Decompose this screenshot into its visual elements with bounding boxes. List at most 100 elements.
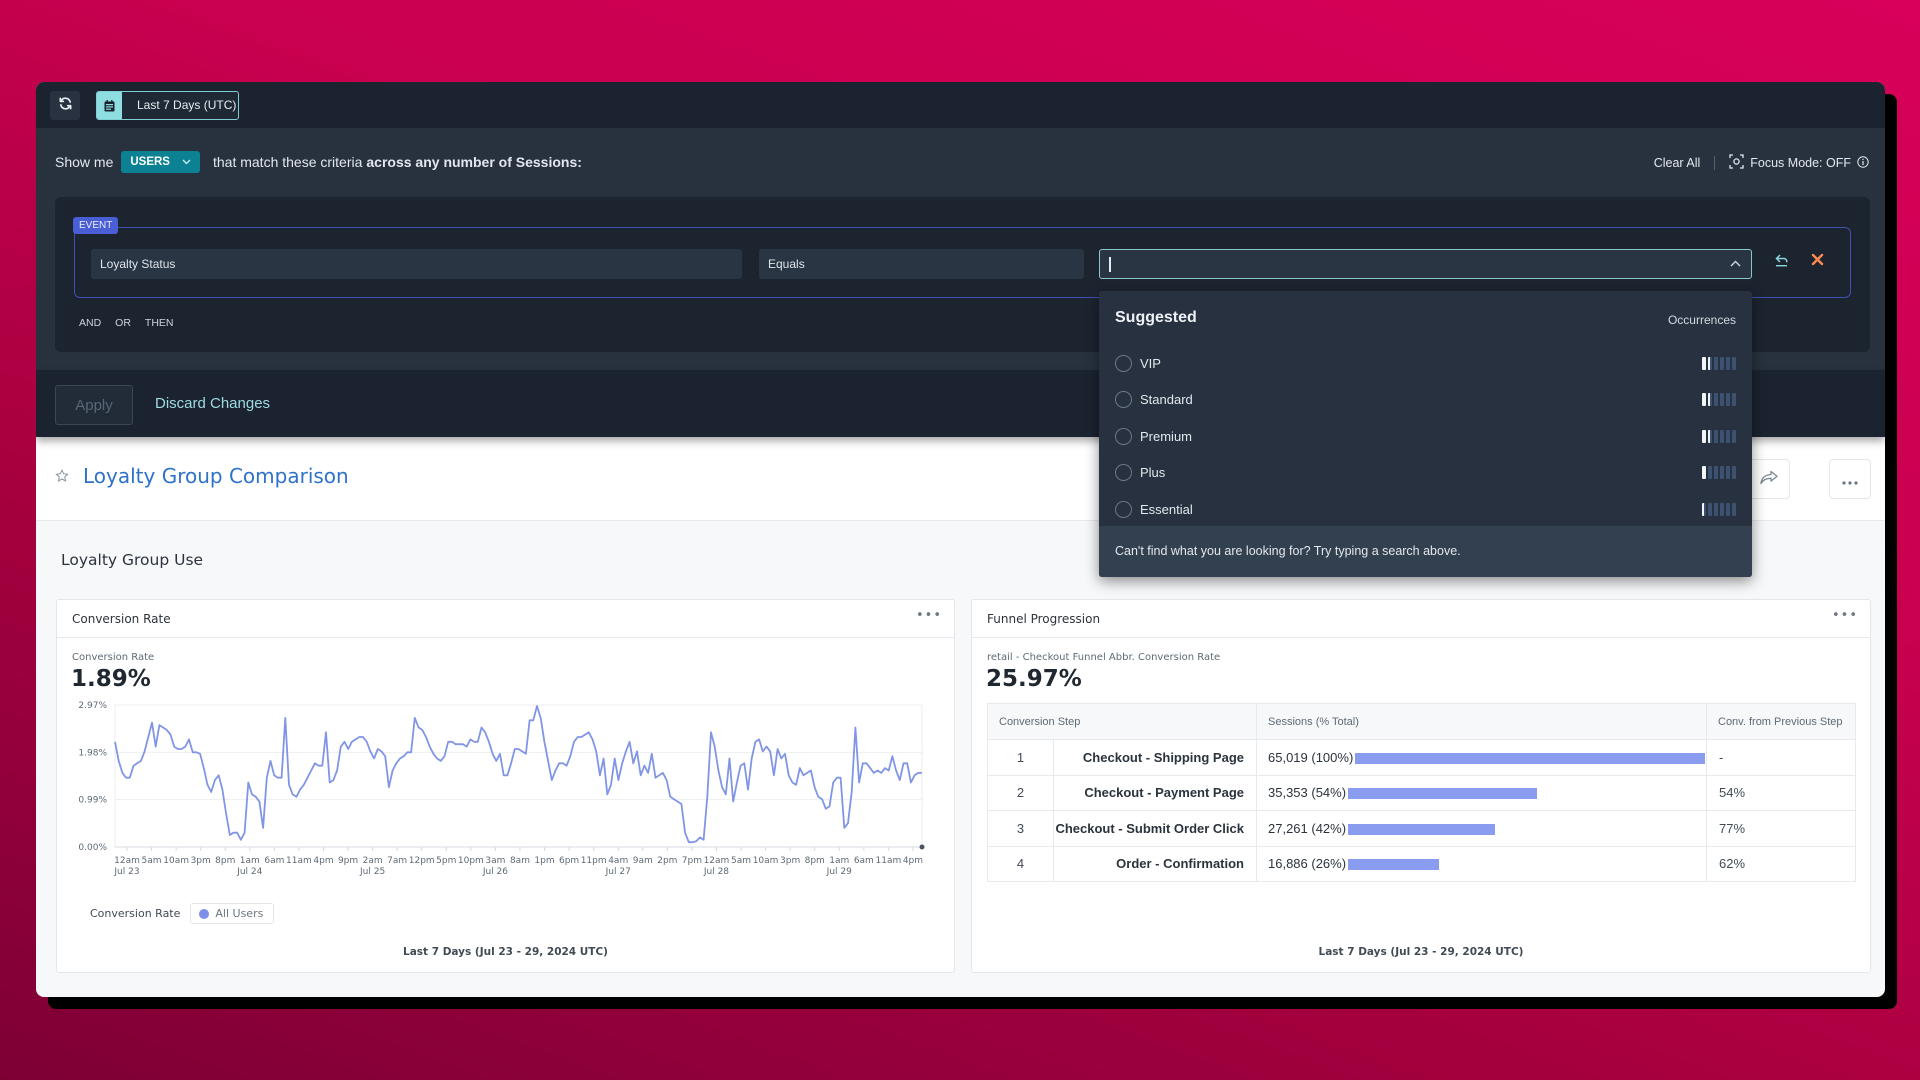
more-options-button[interactable] <box>1829 459 1871 499</box>
metric-value: 25.97% <box>986 666 1082 692</box>
metric-label: Conversion Rate <box>72 652 155 663</box>
option-label: Standard <box>1140 392 1193 407</box>
radio-button[interactable] <box>1115 500 1132 518</box>
star-icon[interactable] <box>55 468 69 487</box>
date-range-button[interactable]: Last 7 Days (UTC) <box>96 91 239 120</box>
radio-button[interactable] <box>1115 427 1132 445</box>
table-row: 4 Order - Confirmation 16,886 (26%) 62% <box>987 845 1856 882</box>
sessions-bar <box>1348 859 1440 871</box>
remove-criteria-icon[interactable] <box>1811 250 1824 271</box>
suggestion-option[interactable]: Premium <box>1115 422 1736 450</box>
sessions-value: 27,261 (42%) <box>1268 820 1347 836</box>
section-title: Loyalty Group Use <box>61 551 204 569</box>
undo-icon[interactable] <box>1775 254 1789 271</box>
y-tick-label: 2.97% <box>78 701 107 711</box>
x-tick-label: 5pm <box>436 856 456 866</box>
clear-all-button[interactable]: Clear All <box>1654 156 1701 170</box>
conversion-from-previous: 62% <box>1706 845 1856 882</box>
focus-icon <box>1729 154 1744 172</box>
apply-button[interactable]: Apply <box>55 385 133 425</box>
app-frame: Last 7 Days (UTC) Show me USERS that mat… <box>36 82 1885 997</box>
y-tick-label: 0.00% <box>78 843 107 853</box>
x-tick-label: 4pm <box>313 856 333 866</box>
x-tick-label: 1pm <box>534 856 554 866</box>
conversion-rate-card: Conversion Rate ••• Conversion Rate 1.89… <box>56 599 955 973</box>
x-date-label: Jul 25 <box>359 867 385 877</box>
occurrence-bar-segment <box>1732 356 1736 370</box>
and-button[interactable]: AND <box>79 317 101 329</box>
logic-operators: AND OR THEN <box>79 317 174 329</box>
x-tick-label: 8pm <box>215 856 235 866</box>
operator-select[interactable]: Equals <box>759 249 1084 279</box>
legend-title: Conversion Rate <box>90 907 181 920</box>
occurrence-bar-segment <box>1708 429 1712 443</box>
x-tick-label: 6pm <box>559 856 579 866</box>
radio-button[interactable] <box>1115 391 1132 408</box>
card-title: Funnel Progression <box>987 612 1101 626</box>
or-button[interactable]: OR <box>115 317 131 329</box>
chevron-down-icon <box>182 156 191 168</box>
query-sentence: Show me USERS that match these criteria … <box>55 150 582 174</box>
x-tick-label: 4am <box>608 856 628 866</box>
occurrence-meter <box>1702 393 1736 406</box>
x-tick-label: 11am <box>876 856 902 866</box>
then-button[interactable]: THEN <box>145 317 174 329</box>
dropdown-footer-hint: Can't find what you are looking for? Try… <box>1099 526 1752 577</box>
x-tick-label: 5am <box>142 856 162 866</box>
focus-mode-toggle[interactable]: Focus Mode: OFF <box>1729 154 1869 172</box>
radio-button[interactable] <box>1115 464 1132 481</box>
value-input[interactable] <box>1099 249 1752 279</box>
suggestion-option[interactable]: Standard <box>1115 386 1736 414</box>
occurrence-meter <box>1702 356 1736 370</box>
suggested-heading: Suggested <box>1115 309 1197 326</box>
show-me-label: Show me <box>55 154 114 170</box>
criteria-scope-text: across any number of Sessions: <box>366 154 582 170</box>
share-button[interactable] <box>1748 459 1790 499</box>
x-date-label: Jul 29 <box>826 867 852 877</box>
chart-end-marker <box>919 844 925 850</box>
x-tick-label: 6am <box>854 856 874 866</box>
x-tick-label: 4pm <box>903 856 923 866</box>
metric-label: retail - Checkout Funnel Abbr. Conversio… <box>987 652 1221 663</box>
occurrence-bar-segment <box>1708 466 1712 479</box>
suggestion-option[interactable]: VIP <box>1115 349 1736 377</box>
table-row: 3 Checkout - Submit Order Click 27,261 (42… <box>987 810 1856 847</box>
share-icon <box>1759 470 1779 489</box>
refresh-button[interactable] <box>50 91 80 120</box>
occurrence-bar-segment <box>1732 393 1736 406</box>
series-line-all-users <box>114 705 922 844</box>
x-tick-label: 8pm <box>805 856 825 866</box>
radio-button[interactable] <box>1115 354 1132 372</box>
sessions-bar <box>1348 823 1496 835</box>
card-more-icon[interactable]: ••• <box>1832 608 1858 623</box>
legend-item-all-users[interactable]: All Users <box>190 903 275 924</box>
date-range-label: Last 7 Days (UTC) <box>137 98 237 112</box>
step-number: 3 <box>987 810 1054 847</box>
occurrence-bar-segment <box>1720 502 1724 516</box>
query-controls: Clear All Focus Mode: OFF <box>1654 154 1869 172</box>
funnel-table: Conversion Step Sessions (% Total) Conv.… <box>987 703 1856 882</box>
occurrence-bar-segment <box>1702 429 1706 443</box>
x-date-label: Jul 23 <box>113 867 139 877</box>
suggestion-option[interactable]: Essential <box>1115 495 1736 523</box>
y-tick-label: 0.99% <box>78 796 107 806</box>
suggestion-option[interactable]: Plus <box>1115 459 1736 487</box>
chevron-up-icon[interactable] <box>1730 256 1741 270</box>
attribute-select[interactable]: Loyalty Status <box>91 249 742 279</box>
occurrence-bar-segment <box>1726 429 1730 443</box>
step-number: 1 <box>987 739 1054 776</box>
conversion-from-previous: 77% <box>1706 810 1856 847</box>
column-header-conversion: Conv. from Previous Step <box>1706 703 1856 740</box>
option-label: Premium <box>1140 428 1193 444</box>
info-icon[interactable] <box>1857 155 1869 171</box>
x-tick-label: 12am <box>704 856 730 866</box>
entity-dropdown[interactable]: USERS <box>121 151 200 173</box>
column-header-sessions: Sessions (% Total) <box>1256 703 1707 740</box>
column-header-step: Conversion Step <box>987 703 1257 740</box>
occurrence-bar-segment <box>1708 356 1712 370</box>
top-toolbar: Last 7 Days (UTC) <box>36 82 1885 128</box>
discard-changes-button[interactable]: Discard Changes <box>155 395 270 412</box>
x-tick-label: 7am <box>387 856 407 866</box>
sessions-cell: 35,353 (54%) <box>1256 774 1707 811</box>
card-more-icon[interactable]: ••• <box>916 608 942 623</box>
